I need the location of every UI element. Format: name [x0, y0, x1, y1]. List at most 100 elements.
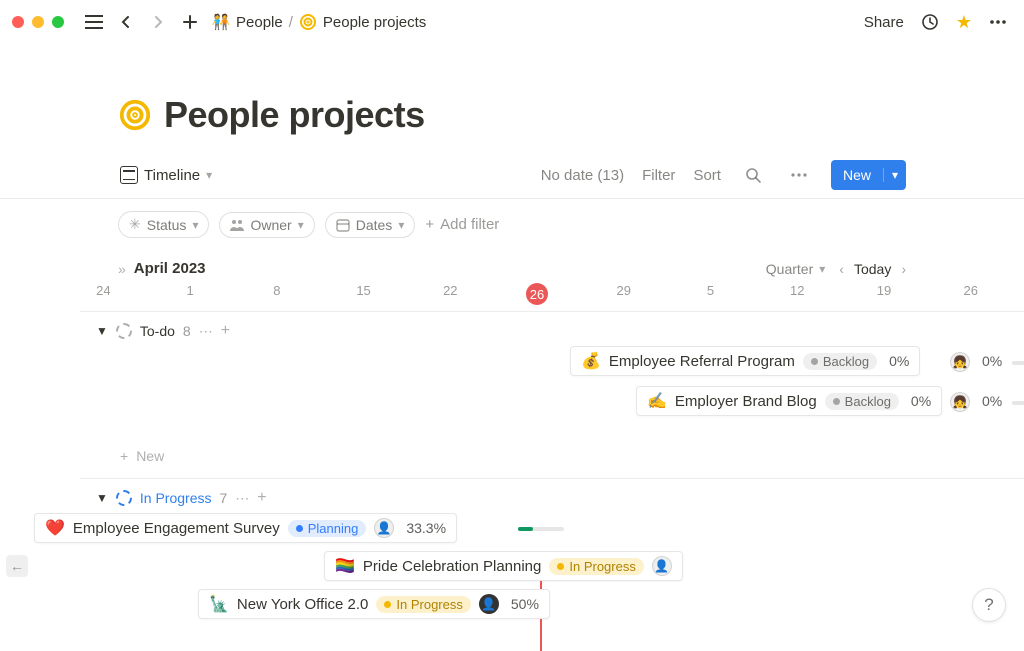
timeline-card[interactable]: ✍️Employer Brand BlogBacklog0% [636, 386, 942, 416]
group-name: To-do [140, 323, 175, 339]
day-scale: 2418152226295121926 [0, 283, 1024, 311]
expand-sidebar-icon[interactable]: » [118, 261, 126, 277]
card-title: Employee Referral Program [609, 353, 795, 370]
hamburger-icon[interactable] [80, 8, 108, 36]
new-button-chevron-icon[interactable]: ▾ [883, 168, 906, 182]
group-header[interactable]: ▼To-do8⋯+ [80, 322, 1024, 340]
disclose-icon[interactable]: ▼ [96, 491, 108, 505]
status-badge: In Progress [376, 596, 470, 613]
nav-back-icon[interactable] [112, 8, 140, 36]
people-emoji-icon: 🧑‍🤝‍🧑 [212, 13, 230, 31]
timeline-card[interactable]: ❤️Employee Engagement SurveyPlanning👤33.… [34, 513, 457, 543]
new-button-label: New [831, 167, 883, 183]
scroll-left-indicator[interactable]: ← [6, 555, 28, 577]
chip-label: Dates [356, 217, 393, 233]
progress-bar [518, 527, 564, 531]
group-todo: ▼To-do8⋯+💰Employee Referral ProgramBackl… [80, 311, 1024, 478]
target-icon [299, 13, 317, 31]
status-badge: Backlog [825, 393, 899, 410]
timeline-month: April 2023 [134, 260, 206, 277]
group-more-icon[interactable]: ⋯ [235, 490, 249, 507]
progress-bar [1012, 401, 1024, 405]
help-button[interactable]: ? [972, 588, 1006, 622]
new-item-button[interactable]: + New [80, 448, 1024, 464]
new-button[interactable]: New ▾ [831, 160, 906, 190]
group-add-icon[interactable]: + [221, 322, 230, 340]
new-tab-icon[interactable] [176, 8, 204, 36]
group-cards: 💰Employee Referral ProgramBacklog0%✍️Emp… [80, 340, 1024, 430]
favorite-star-icon[interactable]: ★ [956, 12, 972, 33]
chevron-down-icon: ▾ [192, 218, 198, 232]
card-title: Pride Celebration Planning [363, 558, 541, 575]
timeline-card[interactable]: 💰Employee Referral ProgramBacklog0% [570, 346, 920, 376]
traffic-lights [12, 16, 64, 28]
breadcrumb-separator: / [289, 14, 293, 31]
avatar: 👤 [479, 594, 499, 614]
day-cell: 19 [841, 283, 928, 305]
status-badge: Backlog [803, 353, 877, 370]
filter-chip-status[interactable]: ✳︎ Status ▾ [118, 211, 209, 238]
timeline-card[interactable]: 🏳️‍🌈Pride Celebration PlanningIn Progres… [324, 551, 683, 581]
chevron-down-icon: ▾ [298, 218, 304, 232]
plus-icon: + [120, 448, 128, 464]
progress-percent: 0% [889, 353, 909, 369]
chevron-down-icon: ▾ [206, 168, 212, 182]
more-icon[interactable] [984, 8, 1012, 36]
filter-chip-owner[interactable]: Owner ▾ [219, 212, 314, 238]
range-label: Quarter [766, 261, 813, 277]
sort-button[interactable]: Sort [693, 167, 721, 184]
group-add-icon[interactable]: + [257, 489, 266, 507]
card-title: Employee Engagement Survey [73, 520, 280, 537]
progress-percent: 0% [982, 353, 1002, 369]
timeline-groups: ▼To-do8⋯+💰Employee Referral ProgramBackl… [0, 311, 1024, 651]
calendar-icon [336, 218, 350, 232]
filter-chip-dates[interactable]: Dates ▾ [325, 212, 416, 238]
progress-percent: 0% [982, 393, 1002, 409]
card-title: New York Office 2.0 [237, 596, 368, 613]
day-cell: 24 [60, 283, 147, 305]
page-title[interactable]: People projects [164, 94, 425, 136]
view-more-icon[interactable] [785, 161, 813, 189]
view-tab-timeline[interactable]: Timeline ▾ [118, 162, 214, 188]
maximize-window[interactable] [52, 16, 64, 28]
next-period-icon[interactable]: › [901, 261, 906, 277]
day-cell: 15 [320, 283, 407, 305]
chip-label: Status [147, 217, 187, 233]
no-date-button[interactable]: No date (13) [541, 167, 624, 184]
disclose-icon[interactable]: ▼ [96, 324, 108, 338]
avatar: 👤 [374, 518, 394, 538]
today-button[interactable]: Today [854, 261, 891, 277]
day-cell: 29 [580, 283, 667, 305]
timeline-icon [120, 166, 138, 184]
filter-button[interactable]: Filter [642, 167, 675, 184]
add-filter-label: Add filter [440, 216, 499, 233]
share-button[interactable]: Share [864, 14, 904, 31]
nav-forward-icon[interactable] [144, 8, 172, 36]
view-bar: Timeline ▾ No date (13) Filter Sort New … [0, 160, 1024, 199]
progress-percent: 50% [511, 596, 539, 612]
breadcrumb-current[interactable]: People projects [323, 14, 426, 31]
status-icon: ✳︎ [129, 216, 141, 233]
prev-period-icon[interactable]: ‹ [839, 261, 844, 277]
timeline-card[interactable]: 🗽New York Office 2.0In Progress👤50% [198, 589, 550, 619]
window-titlebar: 🧑‍🤝‍🧑 People / People projects Share ★ [0, 0, 1024, 44]
minimize-window[interactable] [32, 16, 44, 28]
add-filter-button[interactable]: + Add filter [425, 216, 499, 233]
group-inprog: ▼In Progress7⋯+❤️Employee Engagement Sur… [80, 478, 1024, 651]
page-header: People projects [0, 44, 1024, 160]
new-item-label: New [136, 448, 164, 464]
breadcrumb-parent[interactable]: People [236, 14, 283, 31]
card-title: Employer Brand Blog [675, 393, 817, 410]
day-cell: 26 [927, 283, 1014, 305]
group-header[interactable]: ▼In Progress7⋯+ [80, 489, 1024, 507]
card-emoji-icon: 🏳️‍🌈 [335, 556, 355, 576]
range-selector[interactable]: Quarter ▾ [766, 261, 826, 277]
card-emoji-icon: ✍️ [647, 391, 667, 411]
group-count: 7 [219, 490, 227, 506]
card-emoji-icon: ❤️ [45, 518, 65, 538]
close-window[interactable] [12, 16, 24, 28]
updates-icon[interactable] [916, 8, 944, 36]
search-icon[interactable] [739, 161, 767, 189]
day-cell: 22 [407, 283, 494, 305]
group-more-icon[interactable]: ⋯ [199, 323, 213, 340]
